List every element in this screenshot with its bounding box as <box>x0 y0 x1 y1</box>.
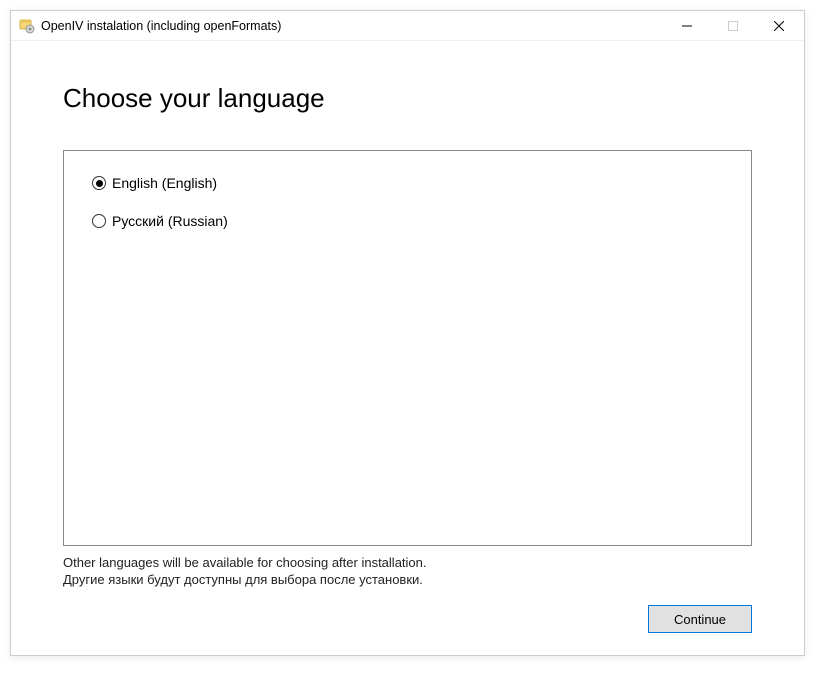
note-line-en: Other languages will be available for ch… <box>63 554 752 572</box>
language-label: English (English) <box>112 175 217 191</box>
installer-window: OpenIV instalation (including openFormat… <box>10 10 805 656</box>
language-label: Русский (Russian) <box>112 213 228 229</box>
maximize-button <box>710 11 756 40</box>
language-selection-box: English (English) Русский (Russian) <box>63 150 752 546</box>
window-title: OpenIV instalation (including openFormat… <box>41 19 664 33</box>
close-button[interactable] <box>756 11 802 40</box>
minimize-button[interactable] <box>664 11 710 40</box>
page-heading: Choose your language <box>63 83 752 114</box>
note-line-ru: Другие языки будут доступны для выбора п… <box>63 571 752 589</box>
radio-icon <box>92 214 106 228</box>
installer-body: Choose your language English (English) Р… <box>11 41 804 655</box>
language-option-english[interactable]: English (English) <box>92 175 723 191</box>
radio-selected-dot <box>96 180 103 187</box>
availability-note: Other languages will be available for ch… <box>63 554 752 589</box>
app-icon <box>19 18 35 34</box>
titlebar: OpenIV instalation (including openFormat… <box>11 11 804 41</box>
footer: Continue <box>63 605 752 633</box>
radio-icon <box>92 176 106 190</box>
language-option-russian[interactable]: Русский (Russian) <box>92 213 723 229</box>
continue-button[interactable]: Continue <box>648 605 752 633</box>
window-controls <box>664 11 802 40</box>
